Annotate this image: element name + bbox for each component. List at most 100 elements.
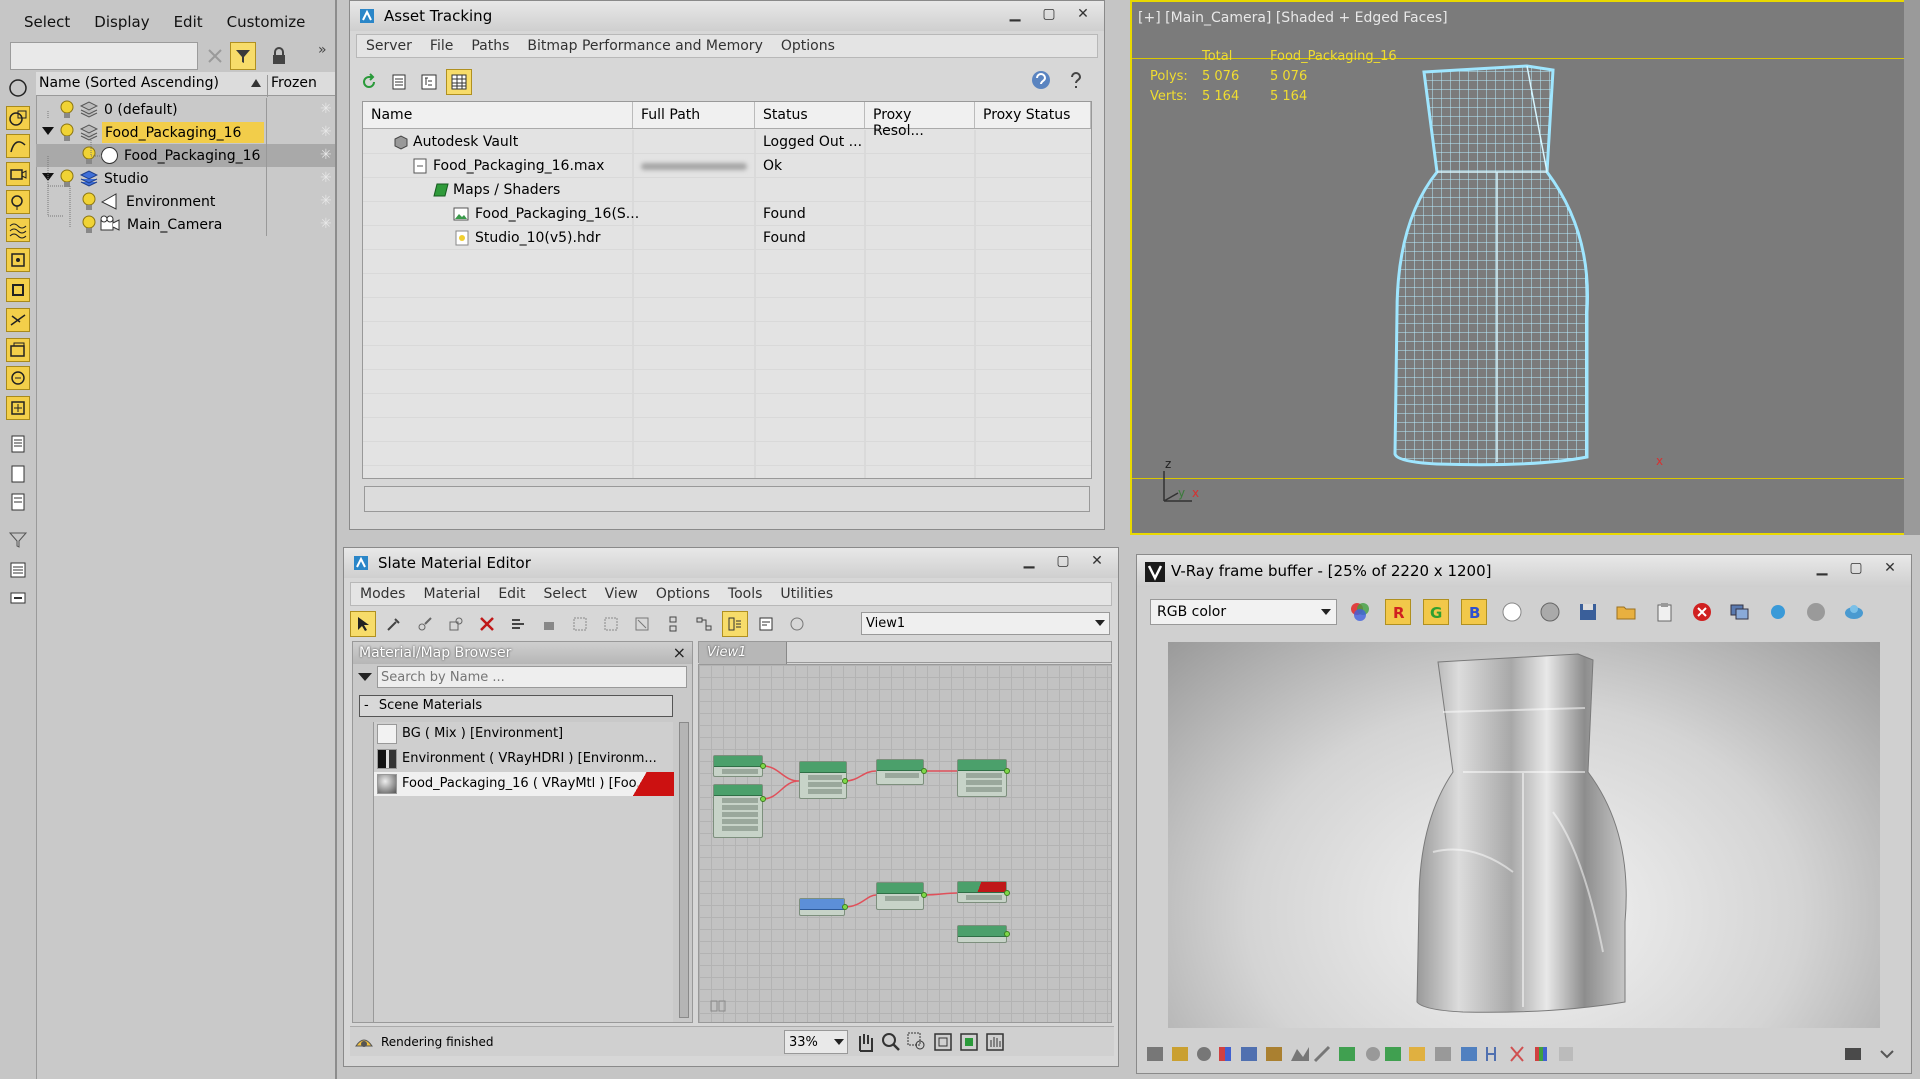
menu-bitmap-performance[interactable]: Bitmap Performance and Memory [518, 38, 771, 54]
display-frozen-icon[interactable] [6, 396, 30, 420]
frozen-column-header[interactable]: Frozen [267, 75, 335, 97]
frozen-toggle[interactable]: ✳ [266, 213, 335, 236]
navigator-icon[interactable] [709, 995, 727, 1013]
asset-row-vault[interactable]: Autodesk Vault Logged Out ... [363, 130, 1091, 154]
layout-children-icon[interactable] [598, 611, 624, 637]
output-socket[interactable] [842, 778, 848, 784]
menu-edit[interactable]: Edit [162, 13, 215, 31]
viewport-label[interactable]: [+] [Main_Camera] [Shaded + Edged Faces] [1138, 10, 1448, 26]
display-containers-icon[interactable] [6, 338, 30, 362]
col-name[interactable]: Name [363, 102, 633, 128]
duplicate-to-mfb-icon[interactable] [1727, 599, 1753, 625]
close-icon[interactable]: ✕ [1875, 557, 1905, 579]
output-socket[interactable] [921, 768, 927, 774]
display-lights-icon[interactable] [6, 190, 30, 214]
output-socket[interactable] [760, 796, 766, 802]
display-groups-icon[interactable] [6, 278, 30, 302]
select-tool-icon[interactable] [350, 611, 376, 637]
table-view-icon[interactable] [446, 69, 472, 95]
pick-material-icon[interactable] [381, 611, 407, 637]
material-node[interactable] [957, 759, 1007, 797]
asset-path-field[interactable] [364, 486, 1090, 512]
viewport-scrollbar[interactable] [1904, 0, 1920, 535]
browser-options-icon[interactable] [357, 669, 373, 685]
filter-funnel-icon[interactable] [6, 528, 30, 552]
viewport-panel[interactable]: [+] [Main_Camera] [Shaded + Edged Faces]… [1130, 0, 1920, 535]
clear-search-icon[interactable] [204, 45, 226, 67]
zoom-extents-icon[interactable] [932, 1031, 954, 1053]
green-channel-icon[interactable]: G [1423, 599, 1449, 625]
vray-titlebar[interactable]: V-Ray frame buffer - [25% of 2220 x 1200… [1137, 555, 1911, 587]
asset-row-texture[interactable]: Food_Packaging_16(S... Found [363, 202, 1091, 226]
menu-view[interactable]: View [596, 586, 647, 602]
maximize-icon[interactable]: ▢ [1048, 550, 1078, 572]
alpha-channel-icon[interactable] [1499, 599, 1525, 625]
select-by-material-icon[interactable] [784, 611, 810, 637]
minimize-icon[interactable]: ▁ [1014, 550, 1044, 572]
menu-options[interactable]: Options [647, 586, 719, 602]
asset-row-max-file[interactable]: Food_Packaging_16.max Ok [363, 154, 1091, 178]
explorer-search-input[interactable] [10, 42, 198, 70]
show-map-icon[interactable] [629, 611, 655, 637]
wireframe-bag[interactable] [1387, 62, 1657, 482]
node-view-canvas[interactable] [698, 664, 1112, 1023]
display-geometry-icon[interactable] [6, 106, 30, 130]
refresh-icon[interactable] [356, 69, 382, 95]
clear-image-icon[interactable] [1689, 599, 1715, 625]
material-node[interactable] [799, 898, 845, 916]
sort-ascending-icon[interactable] [250, 76, 262, 90]
layout-all-icon[interactable] [567, 611, 593, 637]
maximize-icon[interactable]: ▢ [1034, 3, 1064, 25]
select-object-icon[interactable] [6, 76, 30, 100]
node-layout-icon[interactable] [691, 611, 717, 637]
col-full-path[interactable]: Full Path [633, 102, 755, 128]
display-spacewarps-icon[interactable] [6, 218, 30, 242]
help-icon[interactable] [1064, 69, 1086, 91]
close-icon[interactable]: ✕ [1068, 3, 1098, 25]
menu-edit[interactable]: Edit [489, 586, 534, 602]
material-map-browser-icon[interactable] [722, 611, 748, 637]
menu-server[interactable]: Server [357, 38, 421, 54]
menu-display[interactable]: Display [82, 13, 161, 31]
zoom-extents-selected-icon[interactable] [958, 1031, 980, 1053]
output-socket[interactable] [1004, 931, 1010, 937]
material-node[interactable] [713, 755, 763, 777]
delete-icon[interactable] [474, 611, 500, 637]
frozen-toggle[interactable]: ✳ [266, 167, 335, 190]
output-socket[interactable] [1004, 768, 1010, 774]
display-none-icon[interactable] [6, 462, 30, 486]
pan-hand-icon[interactable] [854, 1031, 876, 1053]
lock-icon[interactable] [268, 45, 290, 67]
view-tab[interactable]: View1 [699, 642, 787, 664]
stop-render-icon[interactable] [1803, 599, 1829, 625]
name-column-header[interactable]: Name (Sorted Ascending) [39, 75, 219, 91]
zoom-icon[interactable] [880, 1031, 902, 1053]
sync-selection-icon[interactable] [6, 586, 30, 610]
output-socket[interactable] [842, 904, 848, 910]
display-all-icon[interactable] [6, 432, 30, 456]
menu-select[interactable]: Select [534, 586, 595, 602]
zoom-dropdown[interactable]: 33% [784, 1030, 848, 1054]
mono-icon[interactable] [1537, 599, 1563, 625]
assign-material-icon[interactable] [443, 611, 469, 637]
maximize-icon[interactable]: ▢ [1841, 557, 1871, 579]
pan-to-selected-icon[interactable] [984, 1031, 1006, 1053]
browser-search-input[interactable] [377, 666, 687, 688]
col-status[interactable]: Status [755, 102, 865, 128]
layer-list-icon[interactable] [6, 558, 30, 582]
render-icon[interactable] [1841, 599, 1867, 625]
slate-titlebar[interactable]: Slate Material Editor [344, 548, 1118, 578]
display-cameras-icon[interactable] [6, 162, 30, 186]
move-children-icon[interactable] [505, 611, 531, 637]
col-proxy-status[interactable]: Proxy Status [975, 102, 1091, 128]
frozen-toggle[interactable]: ✳ [266, 98, 335, 121]
material-item-bg[interactable]: BG ( Mix ) [Environment] [374, 722, 674, 746]
close-icon[interactable]: ✕ [1082, 550, 1112, 572]
frozen-toggle[interactable]: ✳ [266, 144, 335, 167]
expand-panel-icon[interactable]: » [318, 42, 327, 58]
color-picker-icon[interactable] [1347, 599, 1373, 625]
parameter-editor-icon[interactable] [753, 611, 779, 637]
material-node[interactable] [799, 761, 847, 799]
material-item-food-packaging[interactable]: Food_Packaging_16 ( VRayMtl ) [Foo... [374, 772, 674, 796]
view-select-dropdown[interactable]: View1 [861, 612, 1110, 635]
